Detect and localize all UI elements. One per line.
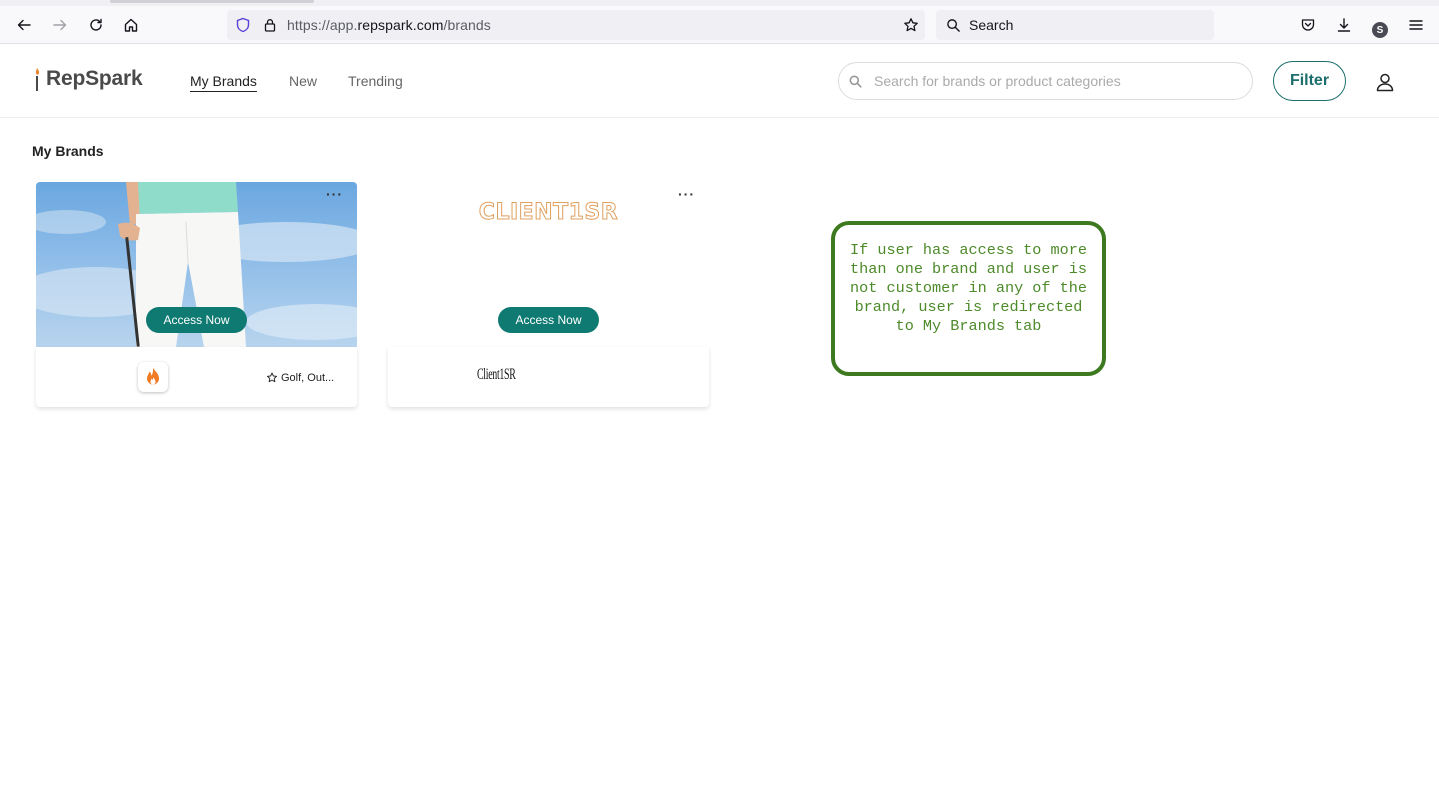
filter-button[interactable]: Filter	[1273, 61, 1346, 101]
reload-button[interactable]	[84, 13, 108, 37]
client-wordmark: CLIENT1SR	[478, 200, 619, 226]
home-icon	[124, 18, 138, 32]
browser-search-placeholder: Search	[969, 17, 1014, 33]
tab-new[interactable]: New	[289, 73, 317, 89]
brand-card[interactable]: ··· Access Now Golf, Out...	[36, 182, 357, 407]
active-tab-indicator[interactable]	[110, 0, 314, 3]
pocket-icon[interactable]	[1300, 17, 1316, 33]
browser-search-bar[interactable]: Search	[936, 10, 1214, 40]
tab-my-brands[interactable]: My Brands	[190, 73, 257, 92]
url-host: repspark.com	[357, 17, 444, 33]
brand-search-box[interactable]	[838, 62, 1253, 100]
forward-button[interactable]	[48, 13, 72, 37]
card-footer: Client1SR	[388, 347, 709, 407]
arrow-left-icon	[17, 19, 31, 31]
search-icon	[947, 18, 960, 32]
url-bar[interactable]: https://app.repspark.com/brands	[227, 10, 925, 40]
profile-avatar[interactable]: S	[1372, 22, 1388, 38]
download-icon[interactable]	[1336, 17, 1352, 33]
flame-icon	[147, 368, 159, 385]
search-icon	[849, 75, 862, 88]
tab-trending[interactable]: Trending	[348, 73, 403, 89]
url-path: /brands	[443, 17, 491, 33]
card-footer: Golf, Out...	[36, 347, 357, 407]
brand-logo	[138, 362, 168, 392]
repspark-logo[interactable]: RepSpark	[32, 67, 143, 91]
annotation-note: If user has access to more than one bran…	[831, 221, 1106, 376]
browser-toolbar: https://app.repspark.com/brands Search S	[0, 6, 1439, 44]
brand-card[interactable]: CLIENT1SR ··· Access Now Client1SR	[388, 182, 709, 407]
brand-category-tags: Golf, Out...	[266, 372, 334, 384]
flame-logo-icon	[35, 68, 40, 91]
access-now-button[interactable]: Access Now	[146, 307, 247, 333]
back-button[interactable]	[12, 13, 36, 37]
arrow-right-icon	[53, 19, 67, 31]
star-icon[interactable]	[266, 372, 278, 384]
home-button[interactable]	[119, 13, 143, 37]
brand-search-input[interactable]	[874, 73, 1234, 89]
user-account-icon[interactable]	[1375, 72, 1395, 92]
app-header: RepSpark My Brands New Trending Filter	[0, 45, 1439, 118]
bookmark-star-icon[interactable]	[903, 17, 919, 33]
lock-icon[interactable]	[263, 18, 277, 32]
logo-text: RepSpark	[46, 67, 143, 90]
brand-name-label: Client1SR	[477, 366, 516, 383]
brand-tags-text: Golf, Out...	[281, 372, 335, 384]
access-now-button[interactable]: Access Now	[498, 307, 599, 333]
reload-icon	[90, 18, 102, 31]
shield-icon[interactable]	[235, 17, 251, 33]
section-title: My Brands	[32, 143, 104, 159]
card-more-menu[interactable]: ···	[326, 186, 343, 202]
card-more-menu[interactable]: ···	[678, 186, 695, 202]
url-text: https://app.repspark.com/brands	[287, 17, 491, 33]
url-prefix: https://app.	[287, 17, 358, 33]
hamburger-menu-icon[interactable]	[1408, 17, 1424, 33]
